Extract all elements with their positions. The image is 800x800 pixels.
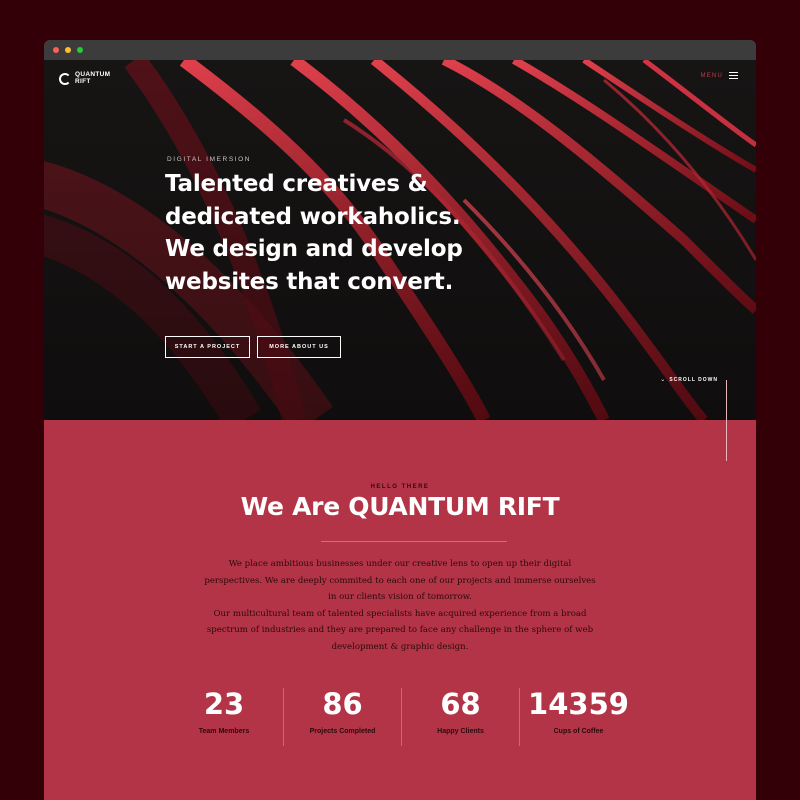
about-paragraph: We place ambitious businesses under our … xyxy=(204,559,596,602)
chevron-down-icon: ⌄ xyxy=(660,377,666,383)
ring-logo-icon xyxy=(59,72,71,85)
browser-window: QUANTUM RIFT MENU DIGITAL IMERSION Talen… xyxy=(44,40,756,800)
hero-section: QUANTUM RIFT MENU DIGITAL IMERSION Talen… xyxy=(44,60,756,420)
hero-headline: Talented creatives & dedicated workaholi… xyxy=(165,168,485,298)
about-section: HELLO THERE We Are QUANTUM RIFT We place… xyxy=(44,420,756,800)
stat-label: Happy Clients xyxy=(437,728,484,735)
stats-row: 23 Team Members 86 Projects Completed 68… xyxy=(165,688,637,746)
stat-label: Team Members xyxy=(198,728,250,735)
scroll-down-link[interactable]: ⌄ SCROLL DOWN xyxy=(660,376,718,384)
stat-value: 68 xyxy=(440,687,481,721)
stat-value: 14359 xyxy=(528,687,629,721)
about-eyebrow: HELLO THERE xyxy=(370,484,430,490)
headline-line: dedicated workaholics. xyxy=(165,203,461,230)
close-window-button[interactable] xyxy=(53,47,59,53)
stat-cups-of-coffee: 14359 Cups of Coffee xyxy=(519,688,637,746)
stat-value: 23 xyxy=(203,687,245,721)
maximize-window-button[interactable] xyxy=(77,47,83,53)
stat-label: Projects Completed xyxy=(309,728,376,735)
hamburger-icon xyxy=(729,72,738,79)
logo-line-2: RIFT xyxy=(75,77,91,85)
start-project-button[interactable]: START A PROJECT xyxy=(165,336,250,358)
stat-value: 86 xyxy=(322,687,363,721)
stat-team-members: 23 Team Members xyxy=(165,688,283,746)
headline-line: websites that convert. xyxy=(165,268,454,295)
stat-happy-clients: 68 Happy Clients xyxy=(401,688,519,746)
window-titlebar xyxy=(44,40,756,60)
headline-line: We design and develop xyxy=(165,236,463,262)
hero-eyebrow: DIGITAL IMERSION xyxy=(167,156,252,163)
headline-line: Talented creatives & xyxy=(165,171,428,197)
about-title: We Are QUANTUM RIFT xyxy=(240,492,560,521)
about-description: We place ambitious businesses under our … xyxy=(200,556,600,655)
logo-text: QUANTUM RIFT xyxy=(75,71,110,85)
stat-projects-completed: 86 Projects Completed xyxy=(283,688,401,746)
more-about-us-button[interactable]: MORE ABOUT US xyxy=(257,336,341,358)
stat-label: Cups of Coffee xyxy=(553,728,604,735)
menu-toggle[interactable]: MENU xyxy=(701,72,738,79)
minimize-window-button[interactable] xyxy=(65,47,71,53)
title-divider xyxy=(321,541,507,542)
site-logo[interactable]: QUANTUM RIFT xyxy=(59,71,110,85)
about-paragraph: Our multicultural team of talented speci… xyxy=(206,608,594,652)
scroll-label: SCROLL DOWN xyxy=(669,376,718,383)
menu-label: MENU xyxy=(700,72,723,79)
